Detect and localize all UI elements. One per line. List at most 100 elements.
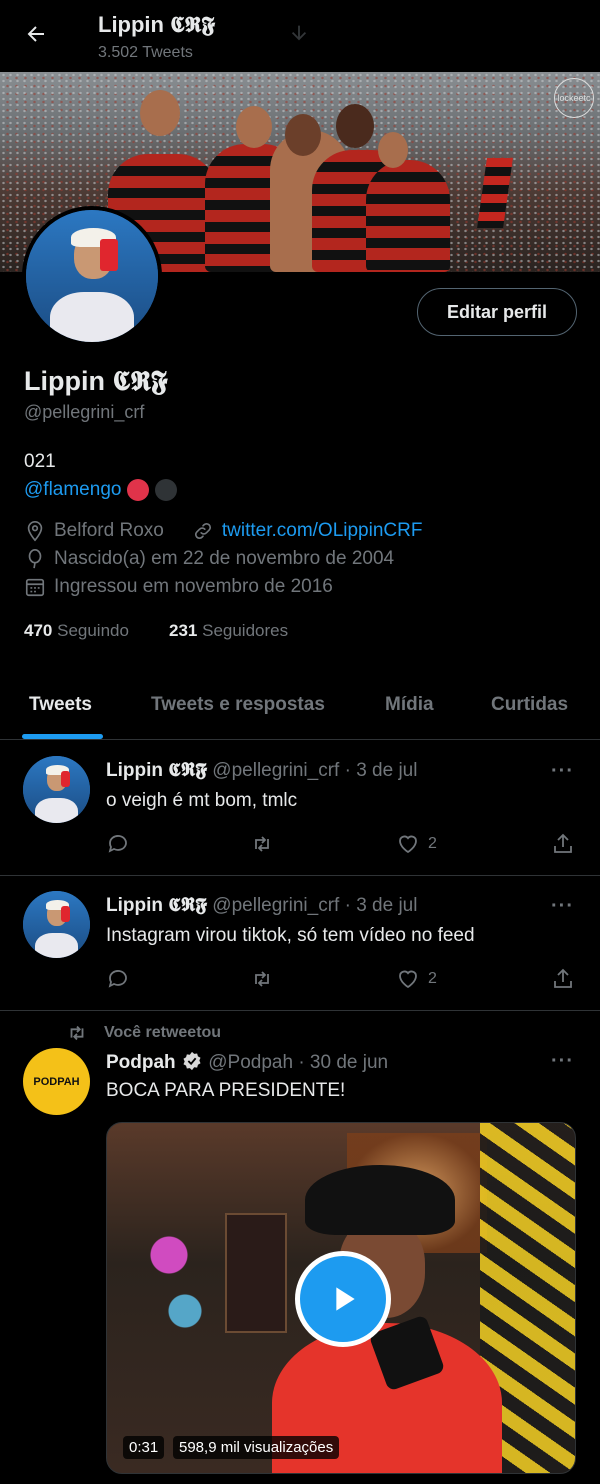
joined-text: Ingressou em novembro de 2016 — [54, 576, 333, 597]
tweet-avatar[interactable]: PODPAH — [23, 1048, 90, 1115]
like-count: 2 — [428, 835, 437, 852]
followers-link[interactable]: 231 Seguidores — [169, 621, 288, 641]
reply-icon — [108, 970, 127, 988]
reply-button[interactable] — [106, 832, 130, 856]
profile-location-row: Belford Roxo twitter.com/OLippinCRF — [24, 520, 422, 542]
red-circle-icon — [127, 479, 150, 501]
tweet-header: Lippin 𝕮𝕽𝕱 @pellegrini_crf · 3 de jul — [106, 760, 417, 782]
banner-player-head — [336, 104, 374, 148]
tweet-author-handle[interactable]: @pellegrini_crf — [212, 895, 339, 916]
tweet-item[interactable]: Lippin 𝕮𝕽𝕱 @pellegrini_crf · 3 de jul ··… — [0, 876, 600, 1011]
tab-media[interactable]: Mídia — [385, 694, 434, 716]
avatar-phone — [60, 770, 70, 787]
share-icon — [554, 968, 572, 988]
header-title: Lippin 𝕮𝕽𝕱 — [98, 12, 215, 37]
arrow-down-icon — [288, 22, 310, 49]
tab-likes[interactable]: Curtidas — [491, 694, 568, 716]
followers-count: 231 — [169, 621, 198, 640]
location-text: Belford Roxo — [54, 520, 164, 541]
edit-profile-button[interactable]: Editar perfil — [417, 288, 577, 336]
tweet-avatar[interactable] — [23, 756, 90, 823]
avatar-body — [35, 797, 78, 823]
video-book — [225, 1213, 287, 1333]
like-button[interactable]: 2 — [396, 967, 437, 991]
balloon-icon — [28, 549, 42, 569]
avatar-body — [35, 932, 78, 958]
retweet-icon — [255, 836, 269, 852]
tweet-author-handle[interactable]: @Podpah — [208, 1052, 293, 1073]
more-options-icon[interactable]: ··· — [551, 895, 574, 918]
bio-text: 021 — [24, 451, 56, 472]
tweet-header: Podpah @Podpah · 30 de jun — [106, 1050, 388, 1074]
profile-tabs: Tweets Tweets e respostas Mídia Curtidas — [0, 676, 600, 740]
bio-line-2: @flamengo — [24, 479, 178, 501]
like-count: 2 — [428, 970, 437, 987]
back-arrow-icon[interactable] — [20, 18, 52, 50]
black-circle-icon — [155, 479, 178, 501]
profile-avatar[interactable] — [22, 206, 162, 346]
link-icon — [194, 522, 211, 540]
share-icon — [554, 833, 572, 853]
retweet-button[interactable] — [250, 967, 274, 991]
following-label: Seguindo — [57, 621, 129, 640]
following-count: 470 — [24, 621, 53, 640]
more-options-icon[interactable]: ··· — [551, 1050, 574, 1073]
retweet-button[interactable] — [250, 832, 274, 856]
play-button[interactable] — [295, 1251, 391, 1347]
banner-player-head — [285, 114, 321, 156]
top-bar: Lippin 𝕮𝕽𝕱 3.502 Tweets — [0, 0, 600, 72]
active-tab-indicator — [22, 734, 103, 739]
verified-badge-icon — [181, 1050, 203, 1072]
like-button[interactable]: 2 — [396, 832, 437, 856]
banner-player-head — [378, 132, 408, 168]
avatar-phone — [60, 905, 70, 922]
podpah-logo-text: PODPAH — [33, 1075, 80, 1088]
play-icon — [336, 1287, 355, 1311]
birth-text: Nascido(a) em 22 de novembro de 2004 — [54, 548, 395, 569]
reply-button[interactable] — [106, 967, 130, 991]
share-button[interactable] — [551, 967, 575, 991]
tweet-author-name[interactable]: Podpah — [106, 1052, 176, 1073]
bio-mention-link[interactable]: @flamengo — [24, 479, 121, 501]
tweet-date[interactable]: · 30 de jun — [298, 1052, 388, 1073]
profile-handle: @pellegrini_crf — [24, 402, 145, 422]
tweet-date[interactable]: · 3 de jul — [345, 895, 418, 916]
tweet-text: BOCA PARA PRESIDENTE! — [106, 1080, 346, 1101]
followers-label: Seguidores — [202, 621, 289, 640]
tweet-video[interactable]: 0:31 598,9 mil visualizações — [106, 1122, 576, 1474]
tweet-header: Lippin 𝕮𝕽𝕱 @pellegrini_crf · 3 de jul — [106, 895, 417, 917]
video-toys — [137, 1213, 217, 1353]
tweet-text: Instagram virou tiktok, só tem vídeo no … — [106, 925, 475, 946]
tweet-item[interactable]: Lippin 𝕮𝕽𝕱 @pellegrini_crf · 3 de jul ··… — [0, 740, 600, 876]
tweet-date[interactable]: · 3 de jul — [345, 760, 418, 781]
tweet-author-name[interactable]: Lippin 𝕮𝕽𝕱 — [106, 895, 207, 916]
tweet-text: o veigh é mt bom, tmlc — [106, 790, 298, 811]
calendar-icon — [25, 578, 45, 597]
retweet-note-text: Você retweetou — [104, 1024, 222, 1041]
profile-joined-row: Ingressou em novembro de 2016 — [24, 576, 333, 598]
banner-player-head — [236, 106, 272, 148]
retweet-note: Você retweetou — [66, 1022, 221, 1044]
video-views: 598,9 mil visualizações — [173, 1436, 340, 1459]
profile-name: Lippin 𝕮𝕽𝕱 — [24, 366, 168, 396]
tab-tweets-replies[interactable]: Tweets e respostas — [151, 694, 325, 716]
avatar-phone — [99, 239, 119, 271]
banner-player — [366, 160, 450, 272]
tweet-author-handle[interactable]: @pellegrini_crf — [212, 760, 339, 781]
location-icon — [27, 521, 43, 542]
retweet-icon — [255, 971, 269, 987]
tweet-author-name[interactable]: Lippin 𝕮𝕽𝕱 — [106, 760, 207, 781]
tab-tweets[interactable]: Tweets — [29, 694, 92, 716]
banner-player-head — [140, 90, 180, 136]
tweet-avatar[interactable] — [23, 891, 90, 958]
share-button[interactable] — [551, 832, 575, 856]
more-options-icon[interactable]: ··· — [551, 760, 574, 783]
profile-birth-row: Nascido(a) em 22 de novembro de 2004 — [24, 548, 394, 570]
heart-icon — [399, 835, 417, 854]
following-link[interactable]: 470 Seguindo — [24, 621, 129, 641]
video-duration: 0:31 — [123, 1436, 165, 1459]
heart-icon — [399, 970, 417, 989]
website-link[interactable]: twitter.com/OLippinCRF — [222, 520, 423, 542]
retweet-icon — [70, 1025, 84, 1041]
reply-icon — [108, 835, 127, 853]
